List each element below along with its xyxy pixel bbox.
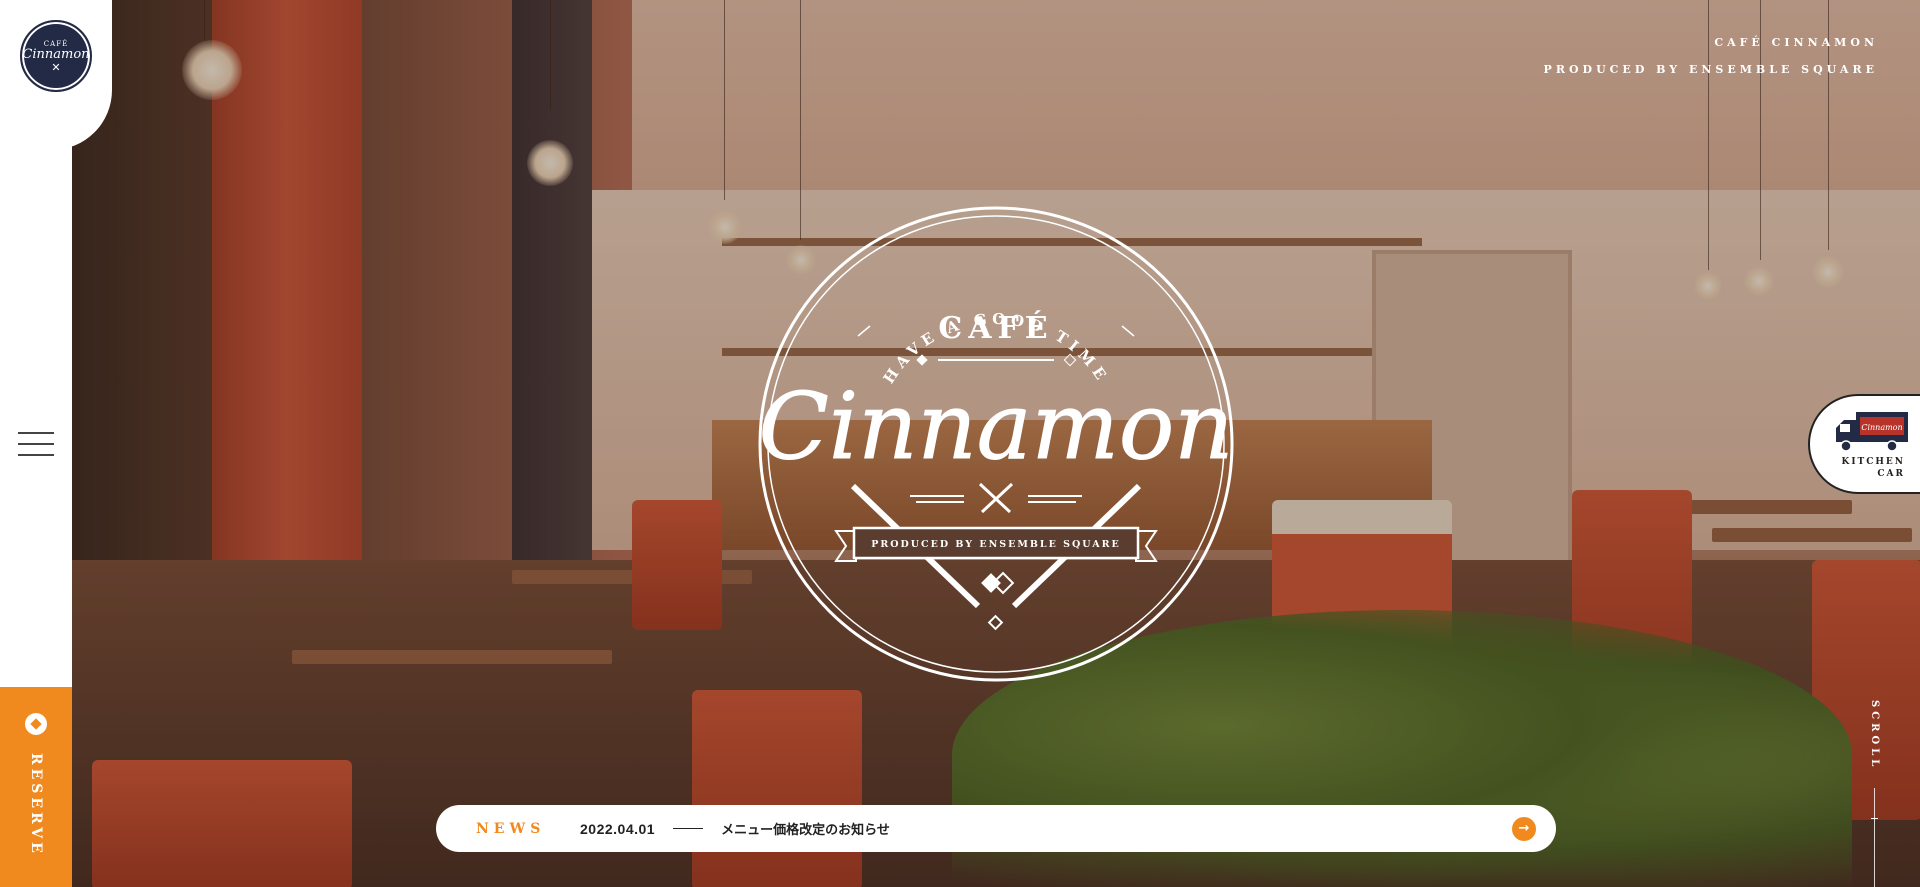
brand-line-1: CAFÉ CINNAMON bbox=[1714, 36, 1878, 49]
arrow-right-icon[interactable]: → bbox=[1512, 816, 1536, 841]
news-date: 2022.04.01 bbox=[580, 820, 656, 837]
truck-icon: Cinnamon bbox=[1830, 408, 1910, 454]
hamburger-menu-button[interactable] bbox=[18, 430, 54, 458]
logo-name-text: Cinnamon bbox=[22, 46, 90, 62]
kitchen-car-link[interactable]: Cinnamon KITCHEN CAR bbox=[1808, 394, 1920, 494]
brand-line-2: PRODUCED BY ENSEMBLE SQUARE bbox=[1543, 63, 1878, 76]
news-title: NEWS bbox=[476, 820, 546, 837]
cafe-emblem: HAVE A GOOD TIME CAFÉ Cinnamon PRODUCED … bbox=[758, 206, 1234, 682]
diamond-icon bbox=[25, 713, 47, 735]
kitchen-car-label: KITCHEN CAR bbox=[1841, 457, 1905, 479]
fork-knife-icon: ✕ bbox=[51, 60, 61, 74]
news-separator bbox=[673, 828, 704, 829]
site-logo[interactable]: CAFÉ Cinnamon ✕ bbox=[20, 20, 92, 92]
svg-text:Cinnamon: Cinnamon bbox=[1861, 423, 1902, 432]
scroll-line bbox=[1871, 788, 1878, 887]
emblem-cafe: CAFÉ bbox=[938, 310, 1053, 346]
emblem-name: Cinnamon bbox=[758, 373, 1233, 480]
header-brand: CAFÉ CINNAMON PRODUCED BY ENSEMBLE SQUAR… bbox=[1544, 36, 1878, 90]
news-bar: NEWS 2022.04.01 メニュー価格改定のお知らせ → bbox=[436, 805, 1556, 852]
reserve-label: RESERVE bbox=[28, 753, 44, 857]
scroll-indicator: SCROLL bbox=[1869, 700, 1880, 887]
reserve-button[interactable]: RESERVE bbox=[0, 687, 72, 887]
emblem-ribbon: PRODUCED BY ENSEMBLE SQUARE bbox=[871, 539, 1121, 550]
scroll-label: SCROLL bbox=[1869, 700, 1880, 771]
news-link[interactable]: メニュー価格改定のお知らせ bbox=[721, 819, 1512, 838]
